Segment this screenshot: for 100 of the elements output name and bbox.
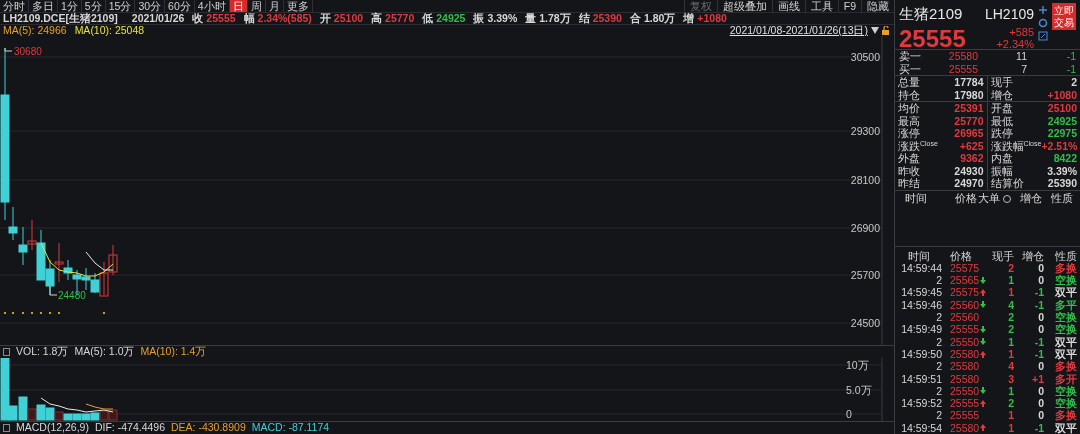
- date-range-link[interactable]: 2021/01/08-2021/01/26(13日): [729, 22, 868, 39]
- trade-price: 25575: [950, 261, 980, 275]
- stat-label: 增仓: [990, 88, 1013, 101]
- trade-price: 25560: [950, 298, 980, 312]
- trade-volume: 1: [1007, 335, 1014, 348]
- axis-label: 10万: [846, 359, 869, 371]
- column-header: 时间: [907, 249, 931, 262]
- price-change: +585: [1009, 25, 1034, 38]
- open-interest-change: 0: [1038, 261, 1044, 275]
- period-tab[interactable]: 多日: [29, 0, 58, 12]
- leader-line: [4, 47, 13, 52]
- trade-nature: 双平: [1054, 335, 1077, 348]
- open-interest-change: -1: [1033, 347, 1044, 361]
- toolbar-button[interactable]: F9: [837, 0, 861, 12]
- trade-price: 25555: [950, 323, 980, 336]
- column-header: 增仓: [1020, 190, 1042, 206]
- stat-label: 昨收: [898, 164, 920, 177]
- axis-label: 5.0万: [846, 384, 872, 396]
- trade-nature: 多换: [1054, 409, 1077, 422]
- stat-value: 3.39%: [1047, 164, 1077, 177]
- help-icon[interactable]: [3, 424, 10, 432]
- trade-time: 14:59:45: [900, 286, 942, 299]
- lock-icon[interactable]: [882, 26, 890, 35]
- axis-label: 0: [846, 408, 852, 420]
- high-price-label: 30680: [14, 46, 42, 57]
- period-tab[interactable]: 4小时: [194, 0, 230, 12]
- trade-time: 14:59:51: [900, 372, 942, 385]
- field-value: 24925: [436, 10, 466, 26]
- period-tab[interactable]: 1分: [58, 0, 82, 12]
- trade-volume: 1: [1007, 286, 1014, 299]
- column-header: 增仓: [1021, 249, 1044, 262]
- trade-nature: 双平: [1054, 286, 1077, 299]
- trade-volume: 1: [1007, 274, 1014, 287]
- stat-label: 跌停: [990, 127, 1013, 140]
- contract-code: LH2109: [984, 4, 1034, 24]
- stat-label: 振幅: [990, 164, 1013, 177]
- stat-label: 最高: [898, 114, 920, 127]
- period-tab[interactable]: 分时: [0, 0, 29, 12]
- help-icon[interactable]: [3, 348, 10, 356]
- open-interest-change: 0: [1037, 384, 1044, 398]
- field-value: 1.80万: [643, 10, 676, 26]
- axis-label: 30500: [850, 51, 880, 63]
- open-interest-change: 0: [1037, 323, 1044, 336]
- toolbar-button[interactable]: 画线: [771, 0, 805, 12]
- period-tab[interactable]: 5分: [81, 0, 106, 12]
- candle: [81, 267, 91, 291]
- trade-price: 25565: [950, 274, 980, 287]
- trade-price: 25555: [950, 409, 980, 422]
- trade-button[interactable]: 立即交易: [1052, 3, 1076, 30]
- trade-nature: 双平: [1054, 421, 1077, 434]
- toolbar-button: 复权: [683, 0, 717, 12]
- contract-name: 生猪2109: [899, 4, 963, 24]
- toolbar-button[interactable]: 工具: [804, 0, 838, 12]
- plus-icon[interactable]: [1038, 5, 1048, 15]
- candle: [108, 244, 118, 276]
- axis-label: 26900: [850, 222, 880, 234]
- down-arrow-icon: [980, 276, 987, 284]
- order-change: -1: [1065, 50, 1076, 63]
- column-header: 现手: [991, 249, 1014, 262]
- period-tab[interactable]: 60分: [165, 0, 195, 12]
- order-quantity: 7: [1020, 62, 1027, 75]
- column-header: 价格: [949, 249, 973, 262]
- period-tab[interactable]: 月: [265, 0, 284, 12]
- order-price: 25555: [947, 62, 978, 75]
- trade-volume: 2: [1007, 311, 1014, 324]
- candle: [18, 226, 28, 266]
- open-interest-change: 0: [1037, 274, 1044, 287]
- trade-time: 14:59:54: [900, 421, 942, 434]
- toolbar-button[interactable]: 超级叠加: [716, 0, 772, 12]
- stat-label: 结算价: [990, 177, 1024, 190]
- trade-price: 25555: [950, 397, 980, 410]
- volume-bar: [36, 404, 46, 421]
- stat-label: 涨停: [898, 127, 920, 140]
- period-tab[interactable]: 15分: [105, 0, 136, 12]
- stat-value: +1080: [1047, 88, 1077, 101]
- stat-value: 17784: [954, 76, 984, 89]
- toolbar-button[interactable]: 隐藏: [861, 0, 894, 12]
- volume-bar: [54, 411, 64, 421]
- trade-time: 14:59:49: [900, 323, 942, 336]
- stat-label: 持仓: [898, 88, 920, 101]
- period-tab[interactable]: 30分: [135, 0, 166, 12]
- trade-nature: 空换: [1054, 384, 1077, 397]
- stat-label: 昨结: [898, 177, 920, 190]
- trade-nature: 空换: [1054, 397, 1077, 410]
- field-label: 幅: [243, 11, 255, 26]
- period-tab[interactable]: 周: [247, 0, 266, 12]
- field-label: 增: [683, 11, 695, 26]
- stat-label: 内盘: [990, 152, 1013, 165]
- down-arrow-icon: [980, 301, 987, 309]
- trade-time: 14:59:50: [900, 347, 942, 361]
- edit-icon[interactable]: [1038, 31, 1048, 41]
- trade-volume: 2: [1007, 323, 1014, 336]
- macd-legend: MACD(12,26,9): [16, 420, 89, 434]
- period-tab[interactable]: 更多: [283, 0, 313, 12]
- open-interest-change: 0: [1037, 409, 1044, 422]
- macd-legend: DIF: -474.4496: [94, 420, 165, 434]
- field-value: 2.34%(585): [257, 11, 312, 26]
- dropdown-icon[interactable]: [871, 27, 879, 34]
- stat-value: 9362: [960, 152, 984, 165]
- up-arrow-icon: [980, 424, 987, 432]
